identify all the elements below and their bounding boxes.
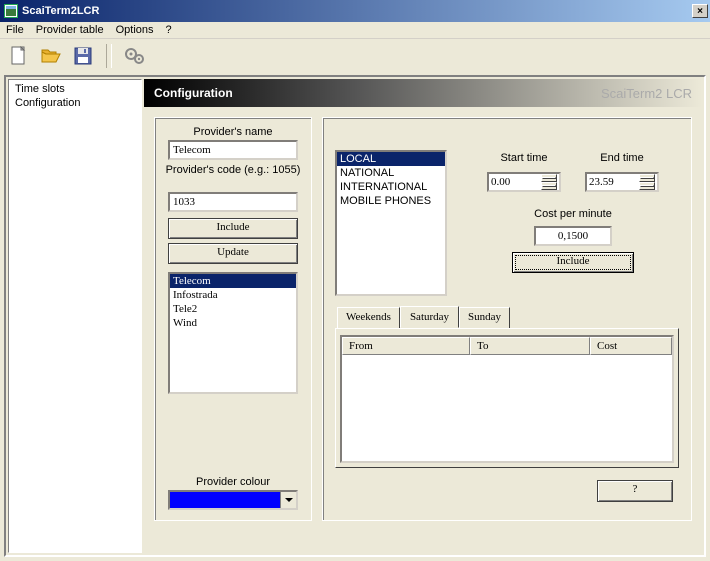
section-title: Configuration xyxy=(154,86,233,100)
title-bar: ScaiTerm2LCR × xyxy=(0,0,710,22)
chevron-up-icon xyxy=(640,177,654,179)
colour-dropdown-button[interactable] xyxy=(280,492,296,508)
start-time-field[interactable] xyxy=(489,174,541,190)
rates-grid[interactable]: From To Cost xyxy=(340,335,674,463)
provider-panel: Provider's name Provider's code (e.g.: 1… xyxy=(154,117,312,521)
product-name: ScaiTerm2 LCR xyxy=(601,86,692,101)
day-tabs: Weekends Saturday Sunday xyxy=(329,306,685,328)
list-item[interactable]: NATIONAL xyxy=(337,166,445,180)
provider-name-label: Provider's name xyxy=(193,126,272,138)
tab-content: From To Cost xyxy=(335,328,679,468)
sidebar-item-time-slots[interactable]: Time slots xyxy=(13,82,137,96)
main-frame: Time slots Configuration Configuration S… xyxy=(4,75,706,557)
menu-bar: File Provider table Options ? xyxy=(0,22,710,39)
provider-colour-picker[interactable] xyxy=(168,490,298,510)
settings-button[interactable] xyxy=(122,43,148,69)
grid-header: From To Cost xyxy=(342,337,672,355)
provider-name-input[interactable] xyxy=(168,140,298,160)
start-time-label: Start time xyxy=(487,152,561,164)
provider-colour-label: Provider colour xyxy=(196,476,270,488)
list-item[interactable]: Wind xyxy=(170,316,296,330)
open-button[interactable] xyxy=(38,43,64,69)
rates-panel: LOCAL NATIONAL INTERNATIONAL MOBILE PHON… xyxy=(322,117,692,521)
colour-swatch xyxy=(170,492,280,508)
tab-saturday[interactable]: Saturday xyxy=(400,306,459,328)
category-list[interactable]: LOCAL NATIONAL INTERNATIONAL MOBILE PHON… xyxy=(335,150,447,296)
column-to[interactable]: To xyxy=(470,337,590,355)
new-file-icon xyxy=(10,46,28,66)
help-button[interactable]: ? xyxy=(597,480,673,502)
column-from[interactable]: From xyxy=(342,337,470,355)
column-cost[interactable]: Cost xyxy=(590,337,672,355)
save-button[interactable] xyxy=(70,43,96,69)
folder-open-icon xyxy=(41,47,61,65)
list-item[interactable]: INTERNATIONAL xyxy=(337,180,445,194)
toolbar-separator xyxy=(106,44,112,68)
provider-include-button[interactable]: Include xyxy=(168,218,298,239)
tab-weekends[interactable]: Weekends xyxy=(337,307,400,329)
list-item[interactable]: Infostrada xyxy=(170,288,296,302)
end-time-input[interactable] xyxy=(585,172,659,192)
provider-code-input[interactable] xyxy=(168,192,298,212)
menu-help[interactable]: ? xyxy=(166,24,172,36)
list-item[interactable]: LOCAL xyxy=(337,152,445,166)
app-icon xyxy=(4,4,18,18)
start-time-input[interactable] xyxy=(487,172,561,192)
sidebar-item-configuration[interactable]: Configuration xyxy=(13,96,137,110)
main-pane: Configuration ScaiTerm2 LCR Provider's n… xyxy=(144,79,702,553)
spin-down-button[interactable] xyxy=(639,182,655,190)
menu-options[interactable]: Options xyxy=(116,24,154,36)
tab-sunday[interactable]: Sunday xyxy=(459,307,510,329)
new-button[interactable] xyxy=(6,43,32,69)
rate-include-button[interactable]: Include xyxy=(512,252,634,273)
chevron-up-icon xyxy=(542,177,556,179)
toolbar xyxy=(0,39,710,75)
spin-down-button[interactable] xyxy=(541,182,557,190)
cost-input[interactable] xyxy=(534,226,612,246)
end-time-field[interactable] xyxy=(587,174,639,190)
gears-icon xyxy=(124,47,146,65)
menu-provider-table[interactable]: Provider table xyxy=(36,24,104,36)
sidebar: Time slots Configuration xyxy=(8,79,142,553)
close-button[interactable]: × xyxy=(692,4,708,18)
cost-label: Cost per minute xyxy=(467,208,679,220)
list-item[interactable]: Tele2 xyxy=(170,302,296,316)
spin-up-button[interactable] xyxy=(639,174,655,182)
chevron-down-icon xyxy=(640,185,654,187)
end-time-label: End time xyxy=(585,152,659,164)
spin-up-button[interactable] xyxy=(541,174,557,182)
chevron-down-icon xyxy=(285,498,293,502)
provider-code-label: Provider's code (e.g.: 1055) xyxy=(166,164,301,176)
floppy-disk-icon xyxy=(74,47,92,65)
list-item[interactable]: MOBILE PHONES xyxy=(337,194,445,208)
section-header: Configuration ScaiTerm2 LCR xyxy=(144,79,702,107)
provider-update-button[interactable]: Update xyxy=(168,243,298,264)
chevron-down-icon xyxy=(542,185,556,187)
list-item[interactable]: Telecom xyxy=(170,274,296,288)
window-title: ScaiTerm2LCR xyxy=(22,5,99,17)
provider-list[interactable]: Telecom Infostrada Tele2 Wind xyxy=(168,272,298,394)
menu-file[interactable]: File xyxy=(6,24,24,36)
